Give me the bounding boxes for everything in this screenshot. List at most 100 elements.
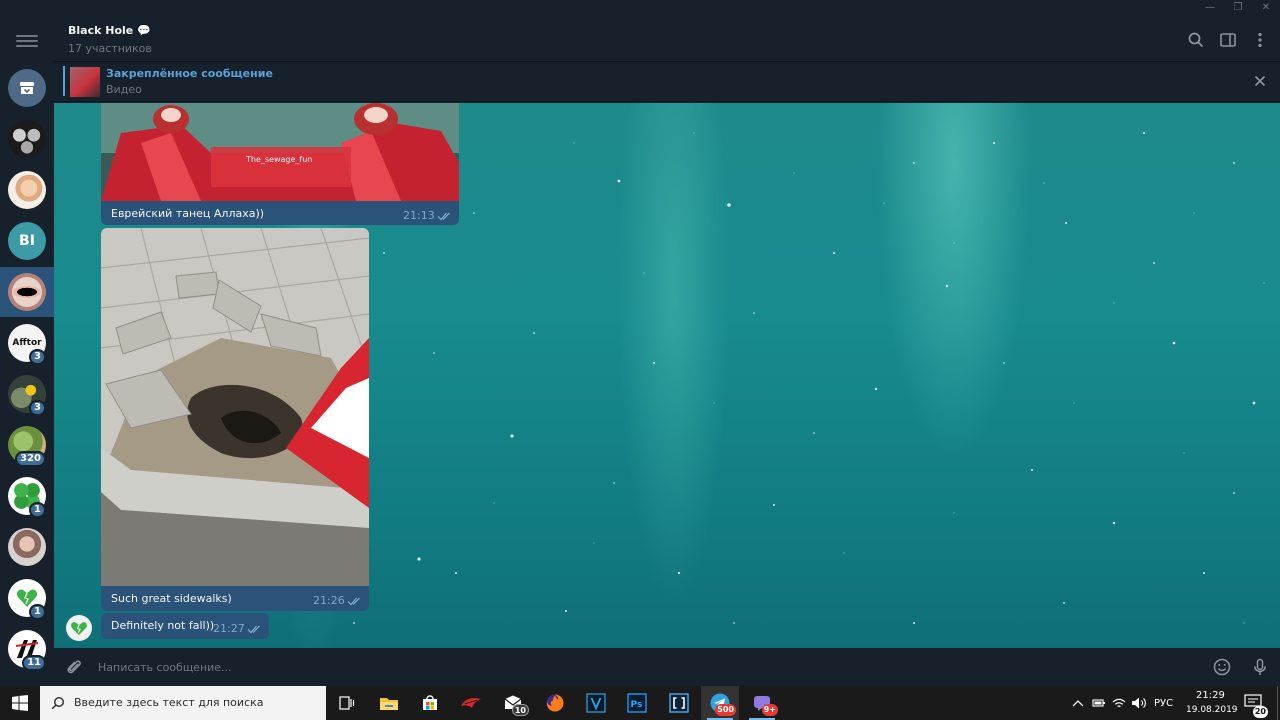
- sidebar-item-chat[interactable]: 11: [0, 624, 54, 674]
- store-icon[interactable]: [411, 686, 449, 720]
- sidebar-item-archive[interactable]: [0, 63, 54, 113]
- microphone-icon[interactable]: [1250, 657, 1270, 677]
- avatar: [8, 120, 46, 158]
- windows-taskbar: Введите здесь текст для поиска 10 Ps 500…: [0, 686, 1280, 720]
- message-bubble-photo[interactable]: Such great sidewalks) 21:26: [101, 228, 369, 611]
- sidebar-item-chat[interactable]: 3: [0, 369, 54, 419]
- close-window-button[interactable]: ✕: [1260, 2, 1272, 14]
- unread-badge: 3: [29, 349, 46, 365]
- chevron-up-icon[interactable]: [1072, 698, 1084, 708]
- unread-badge: 1: [29, 604, 46, 620]
- firefox-icon[interactable]: [536, 686, 574, 720]
- avatar: [8, 528, 46, 566]
- photo-broken-sidewalk[interactable]: [101, 228, 369, 586]
- sidebar-item-chat[interactable]: BI: [0, 216, 54, 266]
- notification-center-button[interactable]: 20: [1240, 692, 1268, 718]
- taskbar-badge: 10: [511, 704, 529, 716]
- sidebar-item-chat[interactable]: [0, 522, 54, 572]
- chat-messages-area[interactable]: The_sewage_fun Еврейский танец Аллаха)) …: [54, 103, 1280, 648]
- read-check-icon: [437, 212, 450, 221]
- message-input[interactable]: [98, 658, 1188, 676]
- avatar: [8, 273, 46, 311]
- message-composer: [54, 648, 1280, 686]
- visual-studio-icon[interactable]: [577, 686, 615, 720]
- more-vertical-icon[interactable]: [1250, 30, 1270, 50]
- start-button[interactable]: [0, 686, 40, 720]
- message-bubble-text[interactable]: Definitely not fall)) 21:27: [101, 613, 269, 639]
- pinned-message-bar[interactable]: Закреплённое сообщение Видео: [54, 62, 1280, 102]
- message-bubble-video[interactable]: The_sewage_fun Еврейский танец Аллаха)) …: [101, 103, 459, 225]
- unread-badge: 11: [22, 655, 46, 671]
- window-title-bar: — ❐ ✕: [0, 0, 1280, 18]
- sidebar-item-chat[interactable]: [0, 114, 54, 164]
- read-check-icon: [347, 597, 360, 606]
- file-explorer-icon[interactable]: [370, 686, 408, 720]
- emoji-icon[interactable]: [1212, 657, 1232, 677]
- message-text: Such great sidewalks): [111, 592, 232, 605]
- video-watermark: The_sewage_fun: [245, 155, 312, 164]
- volume-icon[interactable]: [1131, 696, 1147, 710]
- read-check-icon: [247, 625, 260, 634]
- avatar: BI: [8, 222, 46, 260]
- taskbar-search-placeholder: Введите здесь текст для поиска: [74, 696, 264, 709]
- unread-badge: 320: [15, 451, 46, 467]
- video-preview[interactable]: The_sewage_fun: [101, 103, 459, 201]
- minimize-button[interactable]: —: [1204, 2, 1216, 14]
- bracket-app-icon[interactable]: [660, 686, 698, 720]
- pinned-title: Закреплённое сообщение: [106, 67, 273, 80]
- taskbar-search-box[interactable]: Введите здесь текст для поиска: [40, 686, 326, 720]
- message-text: Definitely not fall)): [111, 619, 215, 632]
- sidebar-item-chat[interactable]: 320: [0, 420, 54, 470]
- windows-logo-icon: [12, 695, 28, 711]
- photoshop-icon[interactable]: Ps: [618, 686, 656, 720]
- restore-button[interactable]: ❐: [1232, 2, 1244, 14]
- pinned-subtitle: Видео: [106, 83, 142, 96]
- battery-icon[interactable]: [1092, 697, 1106, 709]
- sidebar-item-black-hole[interactable]: [0, 267, 54, 317]
- chat-member-count: 17 участников: [68, 42, 152, 55]
- sidebar-toggle-icon[interactable]: [1218, 30, 1238, 50]
- chat-app-icon[interactable]: 9+: [743, 686, 781, 720]
- search-icon: [51, 696, 65, 710]
- search-icon[interactable]: [1186, 30, 1206, 50]
- taskbar-badge: 500: [715, 704, 736, 716]
- wifi-icon[interactable]: [1112, 696, 1126, 710]
- chat-header: Black Hole 💬 17 участников: [54, 18, 1280, 62]
- svg-text:Ps: Ps: [631, 700, 643, 710]
- clock-date[interactable]: 19.08.2019: [1186, 705, 1238, 715]
- chat-list-sidebar: BI Afftor 3 3 320 1 1 11: [0, 18, 54, 686]
- unread-badge: 3: [29, 400, 46, 416]
- attach-icon[interactable]: [64, 657, 84, 677]
- message-time: 21:26: [313, 594, 345, 607]
- close-icon: [1254, 75, 1266, 87]
- archive-icon: [8, 69, 46, 107]
- message-text: Еврейский танец Аллаха)): [111, 207, 265, 220]
- window-controls: — ❐ ✕: [1204, 2, 1272, 14]
- clock-time[interactable]: 21:29: [1196, 690, 1225, 701]
- close-pinned-button[interactable]: [1252, 73, 1268, 89]
- pinned-accent-line: [63, 66, 65, 96]
- language-indicator[interactable]: РУС: [1154, 698, 1173, 709]
- task-view-icon[interactable]: [328, 686, 366, 720]
- pinned-thumbnail: [70, 67, 100, 97]
- mail-icon[interactable]: 10: [494, 686, 532, 720]
- message-time: 21:13: [403, 209, 435, 222]
- sidebar-item-chat[interactable]: [0, 165, 54, 215]
- notification-count: 20: [1252, 706, 1268, 718]
- menu-line: [16, 35, 38, 37]
- telegram-icon[interactable]: 500: [701, 686, 739, 720]
- unread-badge: 1: [29, 502, 46, 518]
- menu-line: [16, 45, 38, 47]
- menu-line: [16, 40, 38, 42]
- avatar: [8, 171, 46, 209]
- sender-avatar[interactable]: [66, 615, 92, 641]
- sidebar-item-chat[interactable]: 1: [0, 471, 54, 521]
- taskbar-badge: 9+: [761, 704, 778, 716]
- menu-button[interactable]: [14, 32, 40, 52]
- game-app-icon[interactable]: [452, 686, 490, 720]
- green-heart-icon: [71, 622, 87, 635]
- sidebar-item-chat[interactable]: 1: [0, 573, 54, 623]
- telegram-desktop-window: — ❐ ✕ BI Afftor 3 3 320 1 1 11 Black Hol…: [0, 0, 1280, 720]
- chat-title[interactable]: Black Hole 💬: [68, 24, 151, 37]
- sidebar-item-chat[interactable]: Afftor 3: [0, 318, 54, 368]
